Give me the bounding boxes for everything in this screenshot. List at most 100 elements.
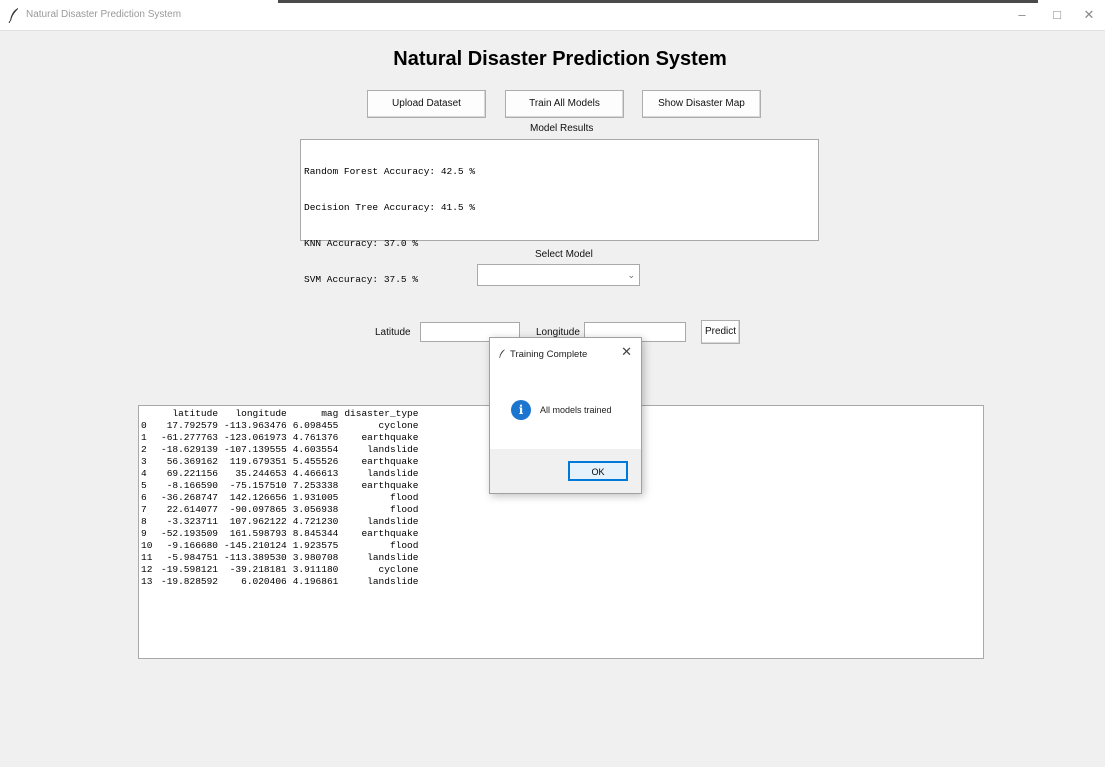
table-cell: -107.139555 xyxy=(224,444,287,455)
table-cell: -61.277763 xyxy=(161,432,219,443)
show-map-button[interactable]: Show Disaster Map xyxy=(642,90,761,118)
table-row: 6 -36.268747 142.126656 1.931005 flood xyxy=(141,492,421,504)
table-cell: earthquake xyxy=(361,456,419,467)
table-cell: 4.196861 xyxy=(292,576,339,587)
table-cell: -52.193509 xyxy=(161,528,219,539)
table-cell: 6 xyxy=(141,492,147,503)
table-cell: landslide xyxy=(367,468,419,479)
dataset-table: latitude longitude mag disaster_type 0 17… xyxy=(141,408,421,588)
table-cell: 56.369162 xyxy=(166,456,219,467)
table-cell: -19.598121 xyxy=(161,564,219,575)
table-header-row: latitude longitude mag disaster_type xyxy=(141,408,421,420)
result-line: Decision Tree Accuracy: 41.5 % xyxy=(304,202,476,213)
table-cell: -145.210124 xyxy=(224,540,287,551)
table-row: 2 -18.629139 -107.139555 4.603554 landslide xyxy=(141,444,421,456)
table-cell: 7 xyxy=(141,504,147,515)
table-cell: landslide xyxy=(367,552,419,563)
feather-app-icon xyxy=(8,8,18,23)
table-cell: earthquake xyxy=(361,528,419,539)
table-cell: -9.166680 xyxy=(166,540,219,551)
column-header xyxy=(141,408,158,420)
table-cell: 4 xyxy=(141,468,147,479)
table-cell: 4.603554 xyxy=(292,444,339,455)
ok-button[interactable]: OK xyxy=(568,461,628,481)
latitude-label: Latitude xyxy=(375,327,411,338)
table-cell: 6.098455 xyxy=(292,420,339,431)
table-row: 9 -52.193509 161.598793 8.845344 earthquake xyxy=(141,528,421,540)
table-cell: cyclone xyxy=(378,420,419,431)
table-row: 13 -19.828592 6.020406 4.196861 landslide xyxy=(141,576,421,588)
table-cell: 4.466613 xyxy=(292,468,339,479)
table-cell: landslide xyxy=(367,444,419,455)
table-cell: 107.962122 xyxy=(229,516,287,527)
column-header: mag xyxy=(321,408,339,419)
table-cell: -113.389530 xyxy=(224,552,287,563)
table-cell: -39.218181 xyxy=(229,564,287,575)
table-row: 10 -9.166680 -145.210124 1.923575 flood xyxy=(141,540,421,552)
table-row: 12 -19.598121 -39.218181 3.911180 cyclone xyxy=(141,564,421,576)
table-cell: flood xyxy=(389,504,419,515)
table-row: 4 69.221156 35.244653 4.466613 landslide xyxy=(141,468,421,480)
predict-button[interactable]: Predict xyxy=(701,320,740,344)
minimize-button[interactable]: – xyxy=(1007,5,1037,25)
table-cell: 0 xyxy=(141,420,147,431)
table-cell: 1.931005 xyxy=(292,492,339,503)
table-cell: 119.679351 xyxy=(229,456,287,467)
info-icon: i xyxy=(511,400,531,420)
window-title: Natural Disaster Prediction System xyxy=(26,9,182,20)
chevron-down-icon[interactable]: ⌄ xyxy=(627,270,635,281)
select-model-label: Select Model xyxy=(535,249,593,260)
window-titlebar: Natural Disaster Prediction System – □ ✕ xyxy=(0,0,1105,31)
table-cell: 142.126656 xyxy=(229,492,287,503)
table-cell: 8 xyxy=(141,516,147,527)
table-cell: 22.614077 xyxy=(166,504,219,515)
table-cell: 3 xyxy=(141,456,147,467)
table-cell: 69.221156 xyxy=(166,468,219,479)
column-header: longitude xyxy=(235,408,287,419)
close-button[interactable]: ✕ xyxy=(1074,5,1104,25)
table-row: 3 56.369162 119.679351 5.455526 earthquake xyxy=(141,456,421,468)
table-cell: -19.828592 xyxy=(161,576,219,587)
table-cell: -113.963476 xyxy=(224,420,287,431)
table-cell: 7.253338 xyxy=(292,480,339,491)
train-models-button[interactable]: Train All Models xyxy=(505,90,624,118)
table-cell: cyclone xyxy=(378,564,419,575)
feather-icon xyxy=(499,349,505,358)
column-header: latitude xyxy=(172,408,219,419)
column-header: disaster_type xyxy=(344,408,419,419)
table-cell: -8.166590 xyxy=(166,480,219,491)
model-results-text[interactable]: Random Forest Accuracy: 42.5 % Decision … xyxy=(300,139,819,285)
table-cell: 2 xyxy=(141,444,147,455)
table-cell: -90.097865 xyxy=(229,504,287,515)
table-cell: -75.157510 xyxy=(229,480,287,491)
table-cell: 35.244653 xyxy=(235,468,287,479)
maximize-button[interactable]: □ xyxy=(1042,5,1072,25)
upload-dataset-button[interactable]: Upload Dataset xyxy=(367,90,486,118)
table-cell: 3.911180 xyxy=(292,564,339,575)
table-cell: 3.980708 xyxy=(292,552,339,563)
table-cell: earthquake xyxy=(361,480,419,491)
table-cell: 1.923575 xyxy=(292,540,339,551)
table-cell: 10 xyxy=(141,540,153,551)
model-select[interactable]: ⌄ xyxy=(477,264,640,286)
table-row: 5 -8.166590 -75.157510 7.253338 earthquake xyxy=(141,480,421,492)
table-cell: flood xyxy=(389,492,419,503)
dialog-close-icon[interactable]: ✕ xyxy=(621,344,632,360)
table-cell: 4.721230 xyxy=(292,516,339,527)
table-cell: 3.056938 xyxy=(292,504,339,515)
result-line: Random Forest Accuracy: 42.5 % xyxy=(304,166,476,177)
table-cell: -36.268747 xyxy=(161,492,219,503)
table-row: 0 17.792579 -113.963476 6.098455 cyclone xyxy=(141,420,421,432)
table-cell: landslide xyxy=(367,516,419,527)
table-cell: 8.845344 xyxy=(292,528,339,539)
table-cell: 4.761376 xyxy=(292,432,339,443)
table-cell: 17.792579 xyxy=(166,420,219,431)
dialog-title: Training Complete xyxy=(510,349,588,360)
table-cell: -3.323711 xyxy=(166,516,219,527)
table-cell: 11 xyxy=(141,552,153,563)
table-row: 11 -5.984751 -113.389530 3.980708 landslide xyxy=(141,552,421,564)
table-cell: 9 xyxy=(141,528,147,539)
table-cell: -123.061973 xyxy=(224,432,287,443)
table-cell: flood xyxy=(389,540,419,551)
table-cell: earthquake xyxy=(361,432,419,443)
